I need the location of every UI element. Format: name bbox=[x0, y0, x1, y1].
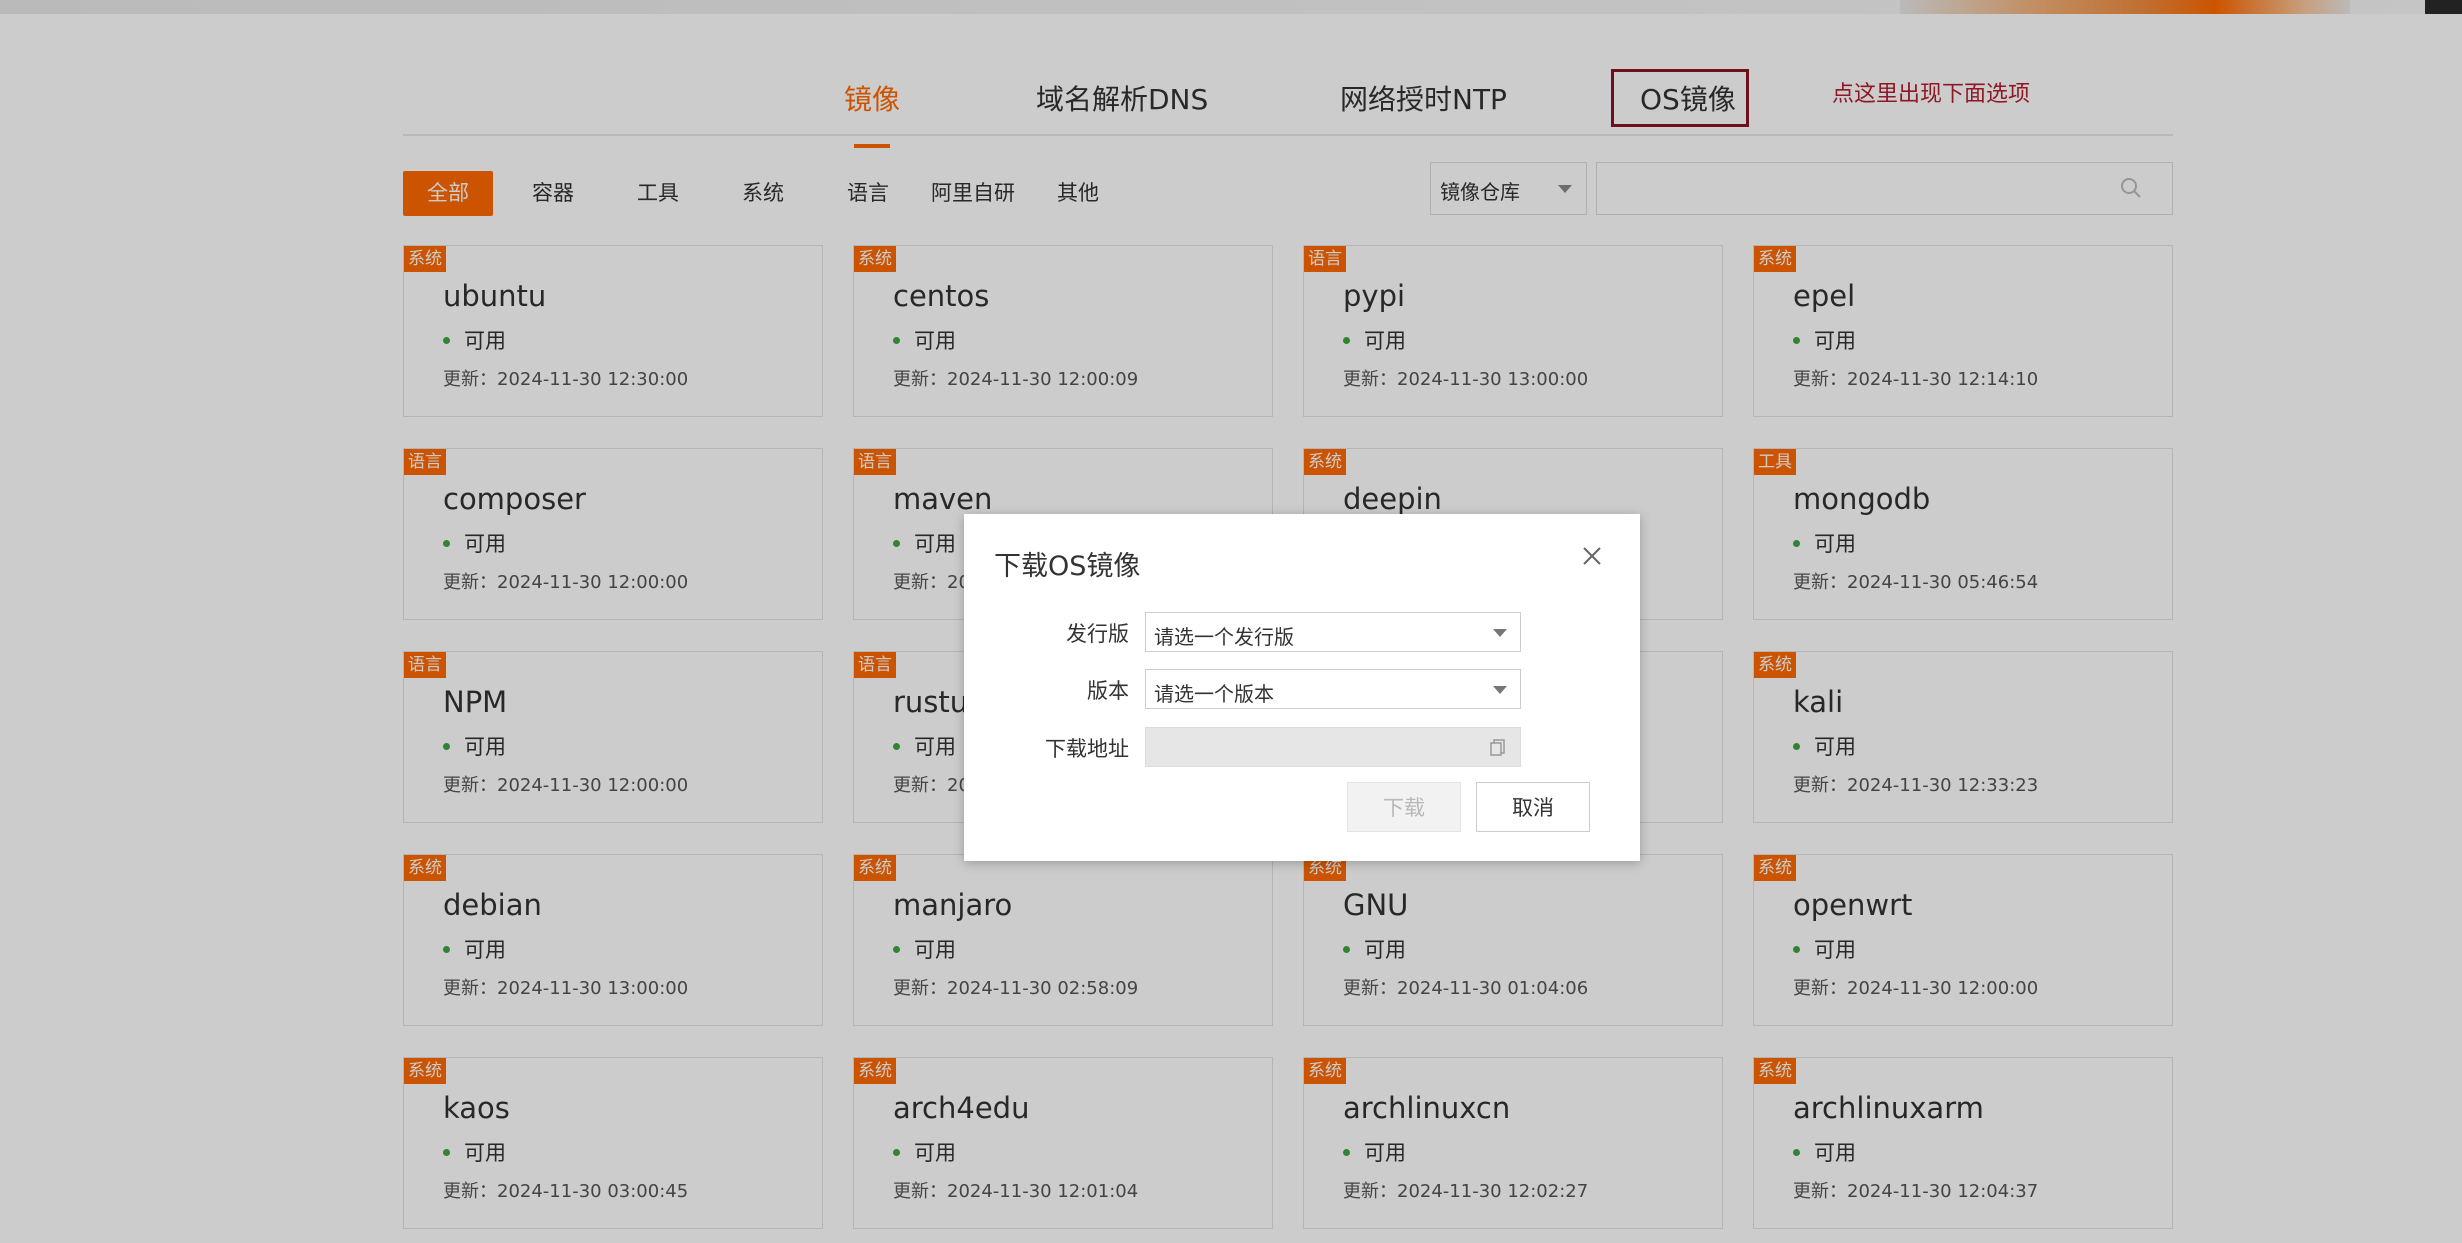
chevron-down-icon bbox=[1493, 686, 1507, 694]
download-url-field bbox=[1145, 727, 1521, 767]
chevron-down-icon bbox=[1493, 629, 1507, 637]
distro-select[interactable]: 请选一个发行版 bbox=[1145, 612, 1521, 652]
download-url-label: 下载地址 bbox=[1045, 737, 1129, 761]
dialog-title: 下载OS镜像 bbox=[994, 551, 1141, 582]
version-select-value: 请选一个版本 bbox=[1154, 682, 1274, 706]
distro-select-value: 请选一个发行版 bbox=[1154, 625, 1294, 649]
cancel-button[interactable]: 取消 bbox=[1476, 782, 1590, 832]
version-label: 版本 bbox=[1087, 679, 1129, 703]
download-os-dialog: 下载OS镜像 发行版 请选一个发行版 版本 请选一个版本 下载地址 下载 取消 bbox=[964, 514, 1640, 861]
version-select[interactable]: 请选一个版本 bbox=[1145, 669, 1521, 709]
distro-label: 发行版 bbox=[1066, 622, 1129, 646]
copy-icon[interactable] bbox=[1488, 737, 1508, 757]
close-icon[interactable] bbox=[1580, 544, 1604, 568]
download-button[interactable]: 下载 bbox=[1347, 782, 1461, 832]
